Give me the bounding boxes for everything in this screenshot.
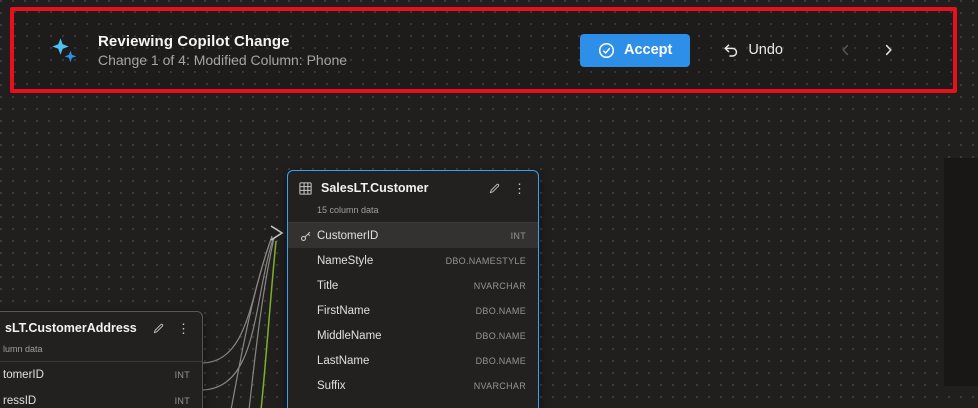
table-more-options-button[interactable]: ⋮	[511, 180, 528, 197]
primary-key-icon	[300, 230, 317, 242]
copilot-sparkle-icon	[50, 36, 78, 64]
column-type: NVARCHAR	[474, 381, 526, 391]
column-name: NameStyle	[317, 255, 446, 267]
column-type: INT	[175, 370, 190, 380]
relationship-line	[203, 237, 272, 363]
column-name: ressID	[3, 395, 175, 407]
edge-arrow-icon	[271, 226, 282, 240]
table-title: sLT.CustomerAddress	[5, 321, 142, 335]
primary-key-icon	[300, 255, 317, 267]
database-diagram-canvas[interactable]: Reviewing Copilot Change Change 1 of 4: …	[0, 0, 978, 408]
table-title: SalesLT.Customer	[321, 181, 478, 195]
table-icon	[298, 181, 313, 196]
chevron-left-icon	[839, 43, 853, 57]
column-type: DBO.NAME	[476, 331, 526, 341]
table-more-options-button[interactable]: ⋮	[175, 320, 192, 337]
column-row[interactable]: LastName DBO.NAME	[288, 348, 538, 373]
chevron-right-icon	[881, 43, 895, 57]
column-name: tomerID	[3, 369, 175, 381]
circle-check-icon	[598, 42, 615, 59]
table-node-customer[interactable]: SalesLT.Customer ⋮ 15 column data	[287, 170, 539, 408]
relationship-line	[203, 239, 273, 390]
primary-key-icon	[300, 280, 317, 292]
column-row[interactable]: NameStyle DBO.NAMESTYLE	[288, 248, 538, 273]
change-navigation	[833, 37, 901, 63]
column-name: Title	[317, 280, 474, 292]
accept-button[interactable]: Accept	[580, 34, 690, 67]
accept-button-label: Accept	[624, 42, 672, 58]
pencil-icon	[488, 182, 501, 195]
primary-key-icon	[300, 355, 317, 367]
banner-actions: Accept Undo	[580, 34, 901, 67]
undo-arrow-icon	[722, 42, 739, 59]
column-row[interactable]: MiddleName DBO.NAME	[288, 323, 538, 348]
column-list: tomerID INT ressID INT	[0, 362, 202, 408]
relationship-line	[249, 238, 274, 408]
column-name: CustomerID	[317, 230, 511, 242]
kebab-icon: ⋮	[513, 182, 526, 195]
offscreen-node-fragment	[944, 158, 978, 386]
undo-button-label: Undo	[748, 42, 783, 58]
column-type: DBO.NAME	[476, 306, 526, 316]
column-row[interactable]: FirstName DBO.NAME	[288, 298, 538, 323]
banner-title: Reviewing Copilot Change	[98, 33, 347, 50]
column-type: DBO.NAMESTYLE	[446, 256, 526, 266]
kebab-icon: ⋮	[177, 322, 190, 335]
copilot-review-banner: Reviewing Copilot Change Change 1 of 4: …	[10, 7, 957, 93]
pencil-icon	[152, 322, 165, 335]
primary-key-icon	[300, 305, 317, 317]
relationship-line	[231, 236, 272, 408]
column-count-label: 15 column data	[288, 205, 538, 223]
table-node-customer-address[interactable]: sLT.CustomerAddress ⋮ lumn data tomerID …	[0, 311, 203, 408]
table-node-header: SalesLT.Customer ⋮	[288, 171, 538, 205]
column-name: Suffix	[317, 380, 474, 392]
column-name: FirstName	[317, 305, 476, 317]
undo-button[interactable]: Undo	[712, 34, 793, 67]
column-type: INT	[175, 396, 190, 406]
column-row[interactable]: Suffix NVARCHAR	[288, 373, 538, 398]
column-name: LastName	[317, 355, 476, 367]
previous-change-button[interactable]	[833, 37, 859, 63]
column-row[interactable]: tomerID INT	[0, 362, 202, 388]
column-name: MiddleName	[317, 330, 476, 342]
column-list: CustomerID INT NameStyle DBO.NAMESTYLE	[288, 223, 538, 398]
banner-subtitle: Change 1 of 4: Modified Column: Phone	[98, 52, 347, 68]
column-row[interactable]: CustomerID INT	[288, 223, 538, 248]
edit-table-button[interactable]	[150, 320, 167, 337]
table-node-header: sLT.CustomerAddress ⋮	[0, 312, 202, 344]
edit-table-button[interactable]	[486, 180, 503, 197]
column-type: INT	[511, 231, 526, 241]
column-type: NVARCHAR	[474, 281, 526, 291]
next-change-button[interactable]	[875, 37, 901, 63]
primary-key-icon	[300, 380, 317, 392]
column-count-label: lumn data	[0, 344, 202, 362]
column-type: DBO.NAME	[476, 356, 526, 366]
primary-key-icon	[300, 330, 317, 342]
banner-text: Reviewing Copilot Change Change 1 of 4: …	[98, 33, 347, 68]
column-row[interactable]: Title NVARCHAR	[288, 273, 538, 298]
column-row[interactable]: ressID INT	[0, 388, 202, 408]
